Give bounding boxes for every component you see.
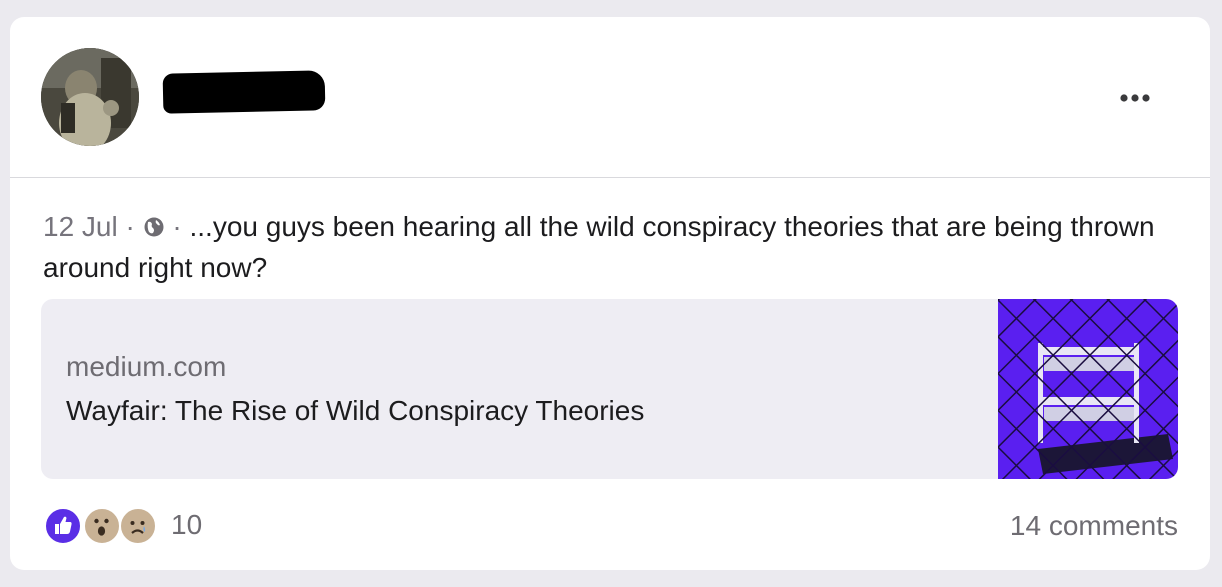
comments-link[interactable]: 14 comments xyxy=(1010,510,1178,542)
post-text: 12 Jul · · ...you guys been hearing all … xyxy=(43,206,1183,288)
wow-icon xyxy=(83,507,121,545)
redacted-username xyxy=(162,70,326,114)
post-header xyxy=(10,17,1210,178)
globe-icon xyxy=(143,208,165,237)
like-icon xyxy=(44,507,82,545)
sad-icon xyxy=(119,507,157,545)
link-domain: medium.com xyxy=(66,351,227,382)
separator: · xyxy=(125,211,135,242)
reaction-count: 10 xyxy=(171,509,203,540)
separator: · xyxy=(172,211,182,242)
link-title: Wayfair: The Rise of Wild Conspiracy The… xyxy=(66,395,645,426)
more-icon xyxy=(1120,94,1150,102)
link-thumbnail xyxy=(998,299,1178,479)
post-date[interactable]: 12 Jul xyxy=(43,211,118,242)
post-card: 12 Jul · · ...you guys been hearing all … xyxy=(10,17,1210,570)
link-preview-card[interactable]: medium.com Wayfair: The Rise of Wild Con… xyxy=(41,299,1178,479)
avatar[interactable] xyxy=(41,48,139,146)
more-options-button[interactable] xyxy=(1115,87,1159,109)
post-body: ...you guys been hearing all the wild co… xyxy=(43,211,1155,283)
